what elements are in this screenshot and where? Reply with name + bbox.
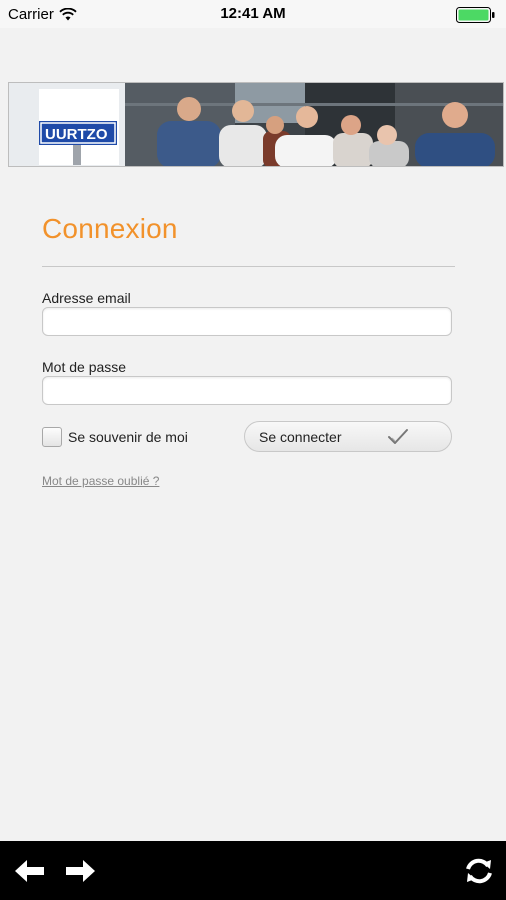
page-title: Connexion [42,213,178,244]
remember-checkbox[interactable] [42,427,62,447]
connect-button-label: Se connecter [259,428,342,445]
arrow-right-icon[interactable] [64,856,98,886]
connect-button[interactable]: Se connecter [244,421,452,452]
header-banner-image: UURTZO [8,82,504,167]
bottom-toolbar [0,841,506,900]
password-label: Mot de passe [42,359,127,375]
refresh-icon[interactable] [462,856,496,886]
title-divider [42,266,455,267]
forgot-password-link[interactable]: Mot de passe oublié ? [42,474,159,488]
remember-label: Se souvenir de moi [68,429,188,445]
email-label: Adresse email [42,290,131,306]
remember-me[interactable]: Se souvenir de moi [42,427,188,447]
sign-text: UURTZO [45,126,108,143]
checkmark-icon [388,429,408,444]
arrow-left-icon[interactable] [12,856,46,886]
status-time: 12:41 AM [220,5,286,22]
email-field[interactable] [42,307,452,336]
battery-icon [456,7,495,23]
password-field[interactable] [42,376,452,405]
status-bar: Carrier 12:41 AM [0,0,506,28]
